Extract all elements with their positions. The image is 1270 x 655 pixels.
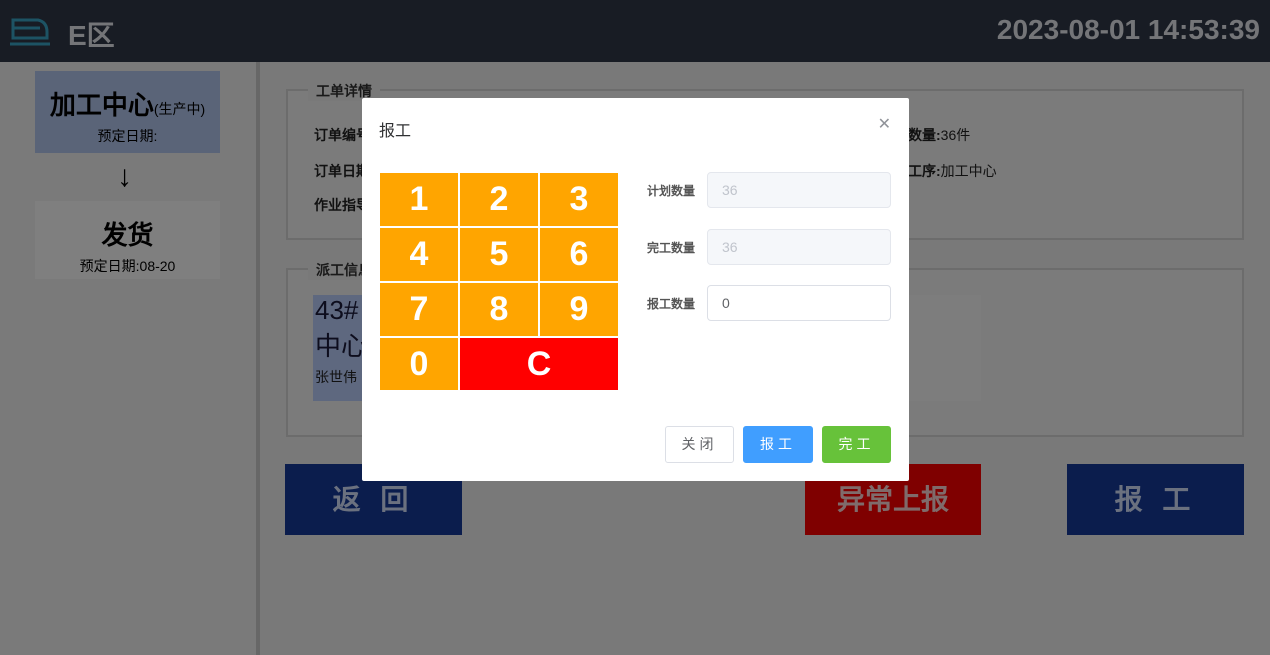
key-0[interactable]: 0 [380,338,458,390]
key-1[interactable]: 1 [380,173,458,226]
numeric-keypad: 1 2 3 4 5 6 7 8 9 0 C [380,173,618,390]
planned-qty-field [707,172,891,208]
report-dialog: 报工 ✕ 1 2 3 4 5 6 7 8 9 0 C 计划数量 完工数量 报工数… [362,98,909,481]
completed-qty-field [707,229,891,265]
report-button[interactable]: 报工 [743,426,813,463]
planned-qty-label: 计划数量 [647,184,696,198]
key-5[interactable]: 5 [460,228,538,281]
key-9[interactable]: 9 [540,283,618,336]
key-2[interactable]: 2 [460,173,538,226]
complete-button[interactable]: 完工 [822,426,891,463]
report-qty-label: 报工数量 [647,297,696,311]
key-3[interactable]: 3 [540,173,618,226]
completed-qty-label: 完工数量 [647,241,696,255]
close-button[interactable]: 关闭 [665,426,734,463]
report-qty-field[interactable] [707,285,891,321]
key-7[interactable]: 7 [380,283,458,336]
close-icon[interactable]: ✕ [878,114,891,134]
key-4[interactable]: 4 [380,228,458,281]
key-clear[interactable]: C [460,338,618,390]
dialog-title: 报工 [379,123,412,140]
key-8[interactable]: 8 [460,283,538,336]
key-6[interactable]: 6 [540,228,618,281]
